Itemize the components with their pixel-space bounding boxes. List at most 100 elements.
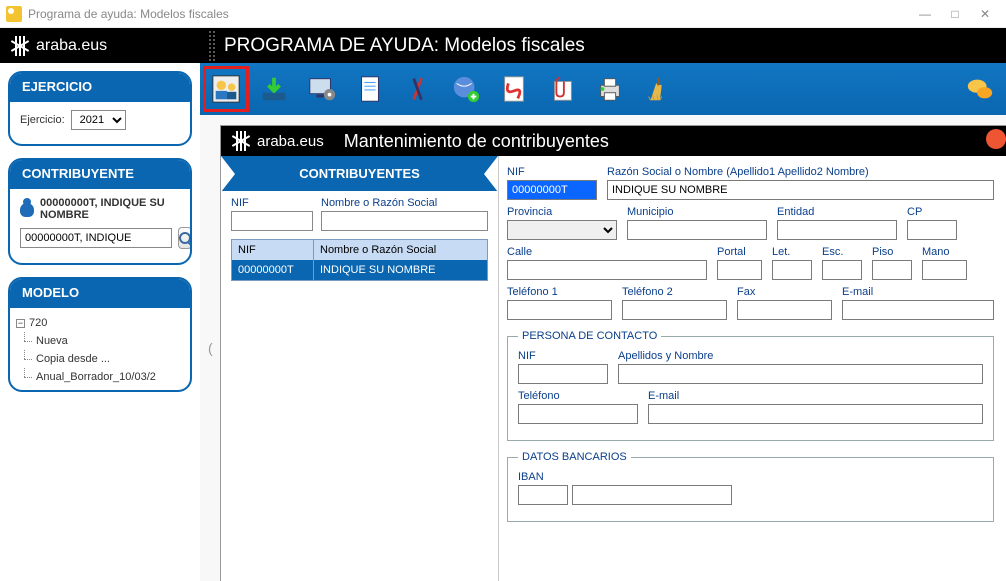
os-titlebar: Programa de ayuda: Modelos fiscales — □ … bbox=[0, 0, 1006, 28]
main-area: ( araba.eus Mantenimiento de contribuyen… bbox=[200, 63, 1006, 581]
window-title: Programa de ayuda: Modelos fiscales bbox=[28, 7, 229, 21]
close-button[interactable]: ✕ bbox=[970, 7, 1000, 21]
fax-input[interactable] bbox=[737, 300, 832, 320]
toolbar-contribuyentes-button[interactable] bbox=[208, 71, 244, 107]
grid-col-name[interactable]: Nombre o Razón Social bbox=[314, 240, 487, 260]
c-nif-input[interactable] bbox=[518, 364, 608, 384]
provincia-select[interactable] bbox=[507, 220, 617, 240]
esc-input[interactable] bbox=[822, 260, 862, 280]
panel-ejercicio: EJERCICIO Ejercicio: 2021 bbox=[8, 71, 192, 146]
email-input[interactable] bbox=[842, 300, 994, 320]
contribuyente-search-button[interactable] bbox=[178, 227, 192, 249]
subwindow-contribuyentes: araba.eus Mantenimiento de contribuyente… bbox=[220, 125, 1006, 581]
cp-input[interactable] bbox=[907, 220, 957, 240]
tree-toggle-icon[interactable]: − bbox=[16, 319, 25, 328]
mano-input[interactable] bbox=[922, 260, 967, 280]
bancarios-fieldset: DATOS BANCARIOS IBAN bbox=[507, 451, 994, 522]
toolbar-monitor-settings-button[interactable] bbox=[304, 71, 340, 107]
tree-item-nueva[interactable]: Nueva bbox=[14, 332, 186, 350]
tree-item-anual[interactable]: Anual_Borrador_10/03/2 bbox=[14, 368, 186, 386]
municipio-label: Municipio bbox=[627, 206, 767, 218]
toolbar-clean-button[interactable] bbox=[640, 71, 676, 107]
c-ape-input[interactable] bbox=[618, 364, 983, 384]
person-icon bbox=[20, 203, 34, 217]
tel2-label: Teléfono 2 bbox=[622, 286, 727, 298]
contribuyentes-grid: NIF Nombre o Razón Social 00000000T INDI… bbox=[231, 239, 488, 281]
municipio-input[interactable] bbox=[627, 220, 767, 240]
piso-label: Piso bbox=[872, 246, 912, 258]
minimize-button[interactable]: — bbox=[910, 7, 940, 21]
brand-logo: araba.eus bbox=[0, 36, 200, 56]
nif-input[interactable] bbox=[507, 180, 597, 200]
filter-nif-input[interactable] bbox=[231, 211, 313, 231]
panel-modelo-title: MODELO bbox=[10, 279, 190, 308]
contribuyente-display: 00000000T, INDIQUE SU NOMBRE bbox=[40, 197, 180, 221]
portal-input[interactable] bbox=[717, 260, 762, 280]
snowflake-icon bbox=[231, 131, 251, 151]
c-tel-input[interactable] bbox=[518, 404, 638, 424]
esc-label: Esc. bbox=[822, 246, 862, 258]
toolbar-attach-button[interactable] bbox=[544, 71, 580, 107]
sidebar: EJERCICIO Ejercicio: 2021 CONTRIBUYENTE … bbox=[0, 63, 200, 581]
subwindow-title: Mantenimiento de contribuyentes bbox=[344, 131, 609, 152]
subwindow-brand: araba.eus bbox=[257, 133, 324, 150]
c-tel-label: Teléfono bbox=[518, 390, 638, 402]
toolbar-print-button[interactable] bbox=[592, 71, 628, 107]
fax-label: Fax bbox=[737, 286, 832, 298]
filter-name-input[interactable] bbox=[321, 211, 488, 231]
filter-nif-label: NIF bbox=[231, 197, 313, 209]
let-label: Let. bbox=[772, 246, 812, 258]
app-icon bbox=[6, 6, 22, 22]
entidad-label: Entidad bbox=[777, 206, 897, 218]
mano-label: Mano bbox=[922, 246, 967, 258]
maximize-button[interactable]: □ bbox=[940, 7, 970, 21]
grid-col-nif[interactable]: NIF bbox=[232, 240, 314, 260]
tree-item-copia[interactable]: Copia desde ... bbox=[14, 350, 186, 368]
calle-label: Calle bbox=[507, 246, 707, 258]
toolbar-chat-button[interactable] bbox=[962, 71, 998, 107]
grid-row-selected[interactable]: 00000000T INDIQUE SU NOMBRE bbox=[232, 260, 487, 280]
toolbar-globe-button[interactable] bbox=[448, 71, 484, 107]
panel-ejercicio-title: EJERCICIO bbox=[10, 73, 190, 102]
calle-input[interactable] bbox=[507, 260, 707, 280]
app-title: PROGRAMA DE AYUDA: Modelos fiscales bbox=[224, 35, 585, 57]
contribuyentes-list-pane: CONTRIBUYENTES NIF Nombre o Razón Social bbox=[221, 156, 499, 581]
panel-modelo: MODELO −720 Nueva Copia desde ... Anual_… bbox=[8, 277, 192, 392]
toolbar-tools-button[interactable] bbox=[400, 71, 436, 107]
subwindow-close-button[interactable] bbox=[986, 129, 1006, 149]
c-email-label: E-mail bbox=[648, 390, 983, 402]
toolbar-pdf-button[interactable] bbox=[496, 71, 532, 107]
filter-name-label: Nombre o Razón Social bbox=[321, 197, 437, 209]
toolbar-document-button[interactable] bbox=[352, 71, 388, 107]
c-email-input[interactable] bbox=[648, 404, 983, 424]
iban-input-2[interactable] bbox=[572, 485, 732, 505]
collapse-handle-icon[interactable]: ( bbox=[208, 340, 213, 356]
grid-cell-nif: 00000000T bbox=[232, 260, 314, 280]
tel1-label: Teléfono 1 bbox=[507, 286, 612, 298]
bancarios-legend: DATOS BANCARIOS bbox=[518, 451, 631, 463]
magnifier-icon bbox=[179, 232, 191, 244]
iban-input-1[interactable] bbox=[518, 485, 568, 505]
portal-label: Portal bbox=[717, 246, 762, 258]
razon-input[interactable] bbox=[607, 180, 994, 200]
grip-icon bbox=[208, 30, 216, 62]
let-input[interactable] bbox=[772, 260, 812, 280]
tree-node-720[interactable]: −720 bbox=[14, 314, 186, 332]
main-toolbar bbox=[200, 63, 1006, 115]
tel1-input[interactable] bbox=[507, 300, 612, 320]
ejercicio-select[interactable]: 2021 bbox=[71, 110, 126, 130]
modelo-tree: −720 Nueva Copia desde ... Anual_Borrado… bbox=[10, 308, 190, 390]
tel2-input[interactable] bbox=[622, 300, 727, 320]
contribuyente-search-input[interactable] bbox=[20, 228, 172, 248]
email-label: E-mail bbox=[842, 286, 994, 298]
contribuyente-form: NIF Razón Social o Nombre (Apellido1 Ape… bbox=[499, 156, 1006, 581]
toolbar-download-button[interactable] bbox=[256, 71, 292, 107]
entidad-input[interactable] bbox=[777, 220, 897, 240]
c-nif-label: NIF bbox=[518, 350, 608, 362]
contribuyentes-header: CONTRIBUYENTES bbox=[221, 156, 498, 191]
brand-text: araba.eus bbox=[36, 37, 107, 55]
piso-input[interactable] bbox=[872, 260, 912, 280]
razon-label: Razón Social o Nombre (Apellido1 Apellid… bbox=[607, 166, 994, 178]
c-ape-label: Apellidos y Nombre bbox=[618, 350, 983, 362]
panel-contribuyente: CONTRIBUYENTE 00000000T, INDIQUE SU NOMB… bbox=[8, 158, 192, 265]
